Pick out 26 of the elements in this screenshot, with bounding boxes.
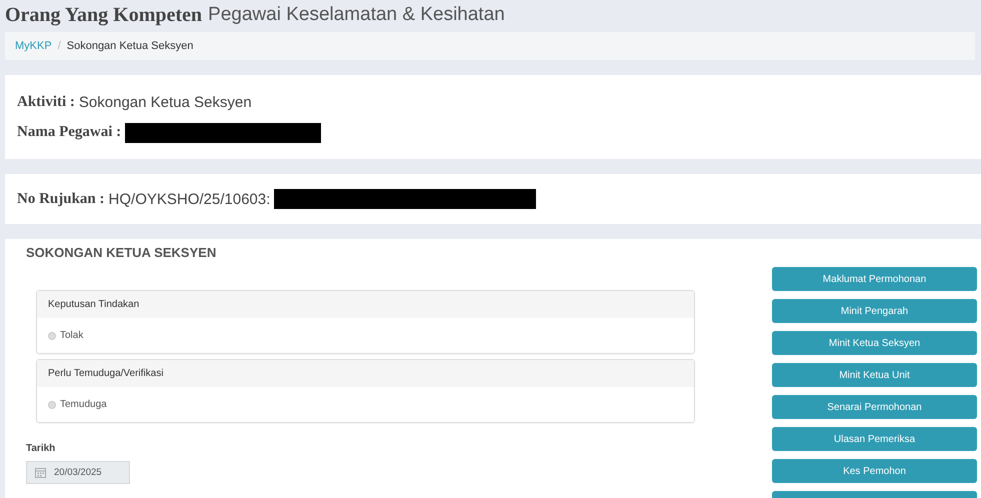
action-button[interactable]: Senarai Permohonan bbox=[772, 395, 977, 419]
action-button[interactable]: Kes Pemohon bbox=[772, 459, 977, 483]
field-value: Sokongan Ketua Seksyen bbox=[78, 94, 252, 110]
date-label: Tarikh bbox=[26, 443, 56, 454]
breadcrumb-link[interactable]: MyKKP bbox=[15, 40, 52, 52]
action-button[interactable]: Minit Pengarah bbox=[772, 299, 977, 323]
field-label: Aktiviti : bbox=[17, 94, 75, 110]
action-button[interactable]: Maklumat Permohonan bbox=[772, 267, 977, 291]
calendar-icon bbox=[35, 467, 46, 478]
panel-heading: Perlu Temuduga/Verifikasi bbox=[37, 360, 694, 387]
breadcrumb-current: Sokongan Ketua Seksyen bbox=[66, 40, 194, 52]
field-value: HQ/OYKSHO/25/10603: bbox=[108, 190, 270, 208]
field-label: Nama Pegawai : bbox=[17, 124, 122, 141]
action-button[interactable]: Minit Ketua Seksyen bbox=[772, 331, 977, 355]
panel-heading: Keputusan Tindakan bbox=[37, 291, 694, 318]
field-label: No Rujukan : bbox=[17, 190, 105, 208]
radio-button[interactable] bbox=[48, 332, 56, 340]
radio-label: Tolak bbox=[60, 330, 84, 341]
date-field[interactable]: 20/03/2025 bbox=[26, 461, 130, 484]
breadcrumb-separator: / bbox=[58, 40, 61, 52]
radio-label: Temuduga bbox=[60, 399, 107, 410]
radio-button[interactable] bbox=[48, 400, 56, 408]
action-button[interactable]: Minit Ketua Unit bbox=[772, 363, 977, 387]
section-title: SOKONGAN KETUA SEKSYEN bbox=[26, 245, 218, 260]
action-button[interactable]: Ulasan Pemeriksa bbox=[772, 427, 977, 451]
page-title: Orang Yang Kompeten Pegawai Keselamatan & Kesihatan bbox=[4, 2, 506, 28]
